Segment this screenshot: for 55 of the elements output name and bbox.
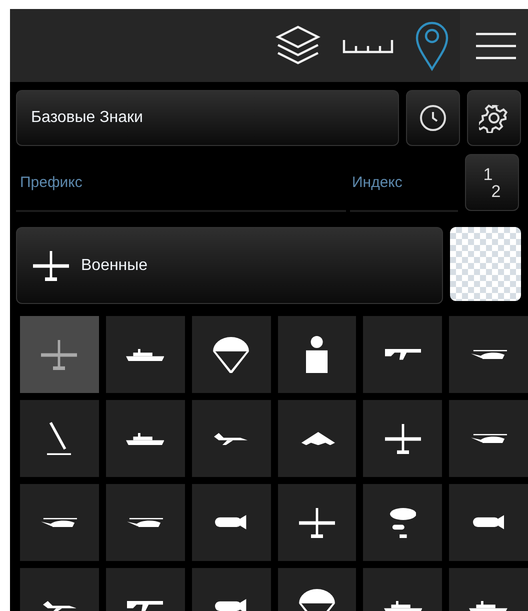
clock-icon xyxy=(419,104,447,132)
jet-icon xyxy=(42,600,76,611)
symbol-tile[interactable] xyxy=(278,400,356,477)
index-field[interactable]: Индекс xyxy=(350,154,458,212)
symbol-tile[interactable] xyxy=(278,484,356,561)
flying-wing-icon xyxy=(298,432,335,446)
plane-icon xyxy=(384,424,421,454)
category-button[interactable]: Военные xyxy=(16,227,443,304)
parachute-icon xyxy=(213,336,250,372)
ship-icon xyxy=(126,348,164,360)
plane-icon xyxy=(33,250,69,280)
ruler-icon xyxy=(342,38,394,54)
symbol-tile[interactable] xyxy=(363,484,442,561)
symbol-tile[interactable] xyxy=(106,400,185,477)
rifle-icon xyxy=(384,349,421,360)
prefix-field[interactable]: Префикс xyxy=(16,154,346,212)
symbol-tile[interactable] xyxy=(106,484,185,561)
helicopter-icon xyxy=(470,434,507,444)
symbol-tile[interactable] xyxy=(449,400,528,477)
helicopter-icon xyxy=(470,350,507,360)
symbol-tile[interactable] xyxy=(363,400,442,477)
fraction-button[interactable]: 1 2 xyxy=(465,154,519,211)
menu-icon xyxy=(474,30,518,60)
jet-icon xyxy=(214,432,248,444)
symbol-tile[interactable] xyxy=(20,484,99,561)
ship-icon xyxy=(126,432,164,444)
rifle-icon xyxy=(127,601,164,611)
symbol-tile[interactable] xyxy=(192,484,270,561)
symbol-tile[interactable] xyxy=(449,316,528,393)
torpedo-icon xyxy=(215,599,247,611)
soldier-icon xyxy=(306,336,328,374)
location-pin-icon xyxy=(414,20,450,72)
symbol-tile[interactable] xyxy=(192,316,270,393)
symbol-tile[interactable] xyxy=(192,400,270,477)
plane-icon xyxy=(298,508,335,538)
symbol-tile[interactable] xyxy=(278,316,356,393)
ship-icon xyxy=(384,600,422,611)
settings-icon xyxy=(479,103,509,133)
library-button[interactable]: Базовые Знаки xyxy=(16,90,399,146)
symbol-tile[interactable] xyxy=(20,316,99,393)
torpedo-icon xyxy=(472,515,504,530)
settings-button[interactable] xyxy=(467,90,521,146)
torpedo-icon xyxy=(215,515,247,530)
symbol-tile[interactable] xyxy=(363,316,442,393)
symbol-tile[interactable] xyxy=(106,316,185,393)
symbol-tile[interactable] xyxy=(20,400,99,477)
plane-icon xyxy=(41,340,78,370)
color-swatch[interactable] xyxy=(450,227,521,301)
symbol-tile[interactable] xyxy=(449,484,528,561)
menu-button[interactable] xyxy=(460,9,528,82)
helicopter-icon xyxy=(127,518,164,528)
blimp-icon xyxy=(390,508,416,538)
history-button[interactable] xyxy=(406,90,460,146)
helicopter-icon xyxy=(41,518,78,528)
ship-icon xyxy=(469,600,508,611)
